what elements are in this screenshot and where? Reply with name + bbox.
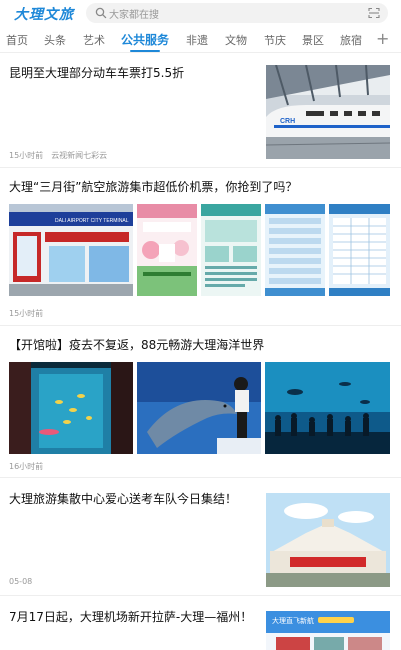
tab-lodging[interactable]: 旅宿 [340,32,362,48]
scan-icon[interactable] [368,7,380,19]
price-list-thumbnail[interactable] [265,204,325,296]
search-bar[interactable]: 大家都在搜 [86,3,388,23]
tab-art[interactable]: 艺术 [83,32,105,48]
tab-headlines[interactable]: 头条 [44,32,66,48]
news-item[interactable]: 7月17日起，大理机场新开拉萨-大理—福州！ 大理直飞新航 [0,596,401,650]
tab-public-service[interactable]: 公共服务 [121,31,169,48]
travel-poster-image [137,204,197,296]
news-item[interactable]: 大理旅游集散中心爱心送考车队今日集结！ 05-08 [0,478,401,596]
news-item[interactable]: 大理“三月街”航空旅游集市超低价机票，你抢到了吗？ 15小时前 DALI AIR… [0,168,401,326]
active-tab-indicator [130,50,160,52]
dolphin-trainer-image [137,362,261,454]
train-thumbnail[interactable]: CRH [266,65,390,159]
app-logo[interactable]: 大理文旅 [14,4,74,24]
news-time: 15小时前 [9,151,44,160]
tunnel-thumbnail[interactable] [265,362,390,454]
svg-text:CRH: CRH [280,118,295,125]
aquarium-thumbnail[interactable] [9,362,133,454]
news-time: 16小时前 [9,462,44,471]
tab-festivals[interactable]: 节庆 [264,32,286,48]
tab-home[interactable]: 首页 [6,32,28,48]
poster-thumbnail[interactable] [137,204,197,296]
flyer-thumbnail[interactable] [201,204,261,296]
news-meta: 15小时前 [9,308,43,319]
news-title[interactable]: 大理“三月街”航空旅游集市超低价机票，你抢到了吗？ [9,179,297,196]
news-item[interactable]: 昆明至大理部分动车车票打5.5折 15小时前 云视新闻七彩云 CRH [0,54,401,168]
news-title[interactable]: 7月17日起，大理机场新开拉萨-大理—福州！ [9,609,252,626]
aquarium-tunnel-image [265,362,390,454]
aquarium-tank-image [9,362,133,454]
tab-intangible-heritage[interactable]: 非遗 [186,32,208,48]
ticket-price-list-image [265,204,325,296]
category-tabs: 首页 头条 艺术 公共服务 非遗 文物 节庆 景区 旅宿 + [0,27,401,53]
tourism-center-thumbnail[interactable] [266,493,390,587]
news-meta: 15小时前 云视新闻七彩云 [9,150,107,161]
app-header: 大理文旅 大家都在搜 [0,0,401,26]
news-title[interactable]: 昆明至大理部分动车车票打5.5折 [9,65,184,82]
poster-text: 大理直飞新航 [272,616,314,625]
travel-flyer-image [201,204,261,296]
airport-terminal-image: DALI AIRPORT CITY TERMINAL [9,204,133,296]
price-table-thumbnail[interactable] [329,204,390,296]
terminal-thumbnail[interactable]: DALI AIRPORT CITY TERMINAL [9,204,133,296]
ticket-price-table-image [329,204,390,296]
news-item[interactable]: 【开馆啦】疫去不复返，88元畅游大理海洋世界 16小时前 [0,326,401,478]
tourism-center-image [266,493,390,587]
dolphin-thumbnail[interactable] [137,362,261,454]
news-time: 15小时前 [9,309,44,318]
news-title[interactable]: 大理旅游集散中心爱心送考车队今日集结！ [9,491,237,508]
news-meta: 05-08 [9,577,32,586]
new-route-poster-image: 大理直飞新航 [266,611,390,650]
news-source: 云视新闻七彩云 [51,151,108,160]
news-meta: 16小时前 [9,461,43,472]
route-poster-thumbnail[interactable]: 大理直飞新航 [266,611,390,650]
news-title[interactable]: 【开馆啦】疫去不复返，88元畅游大理海洋世界 [9,337,264,354]
terminal-sign-text: DALI AIRPORT CITY TERMINAL [55,218,129,224]
news-time: 05-08 [9,577,33,586]
add-tab-icon[interactable]: + [376,29,389,48]
search-icon [95,7,107,19]
high-speed-train-image: CRH [266,65,390,159]
search-placeholder: 大家都在搜 [109,10,159,21]
tab-scenic-spots[interactable]: 景区 [302,32,324,48]
tab-relics[interactable]: 文物 [225,32,247,48]
